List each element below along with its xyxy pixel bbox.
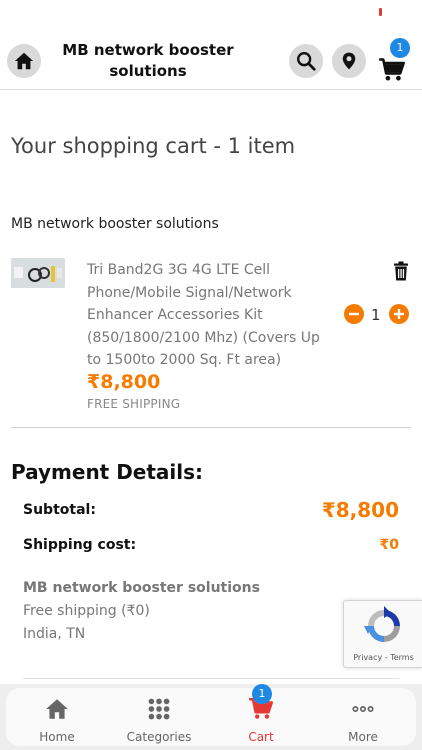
recaptcha-links[interactable]: Privacy - Terms [344, 653, 422, 662]
quantity-value: 1 [371, 306, 381, 324]
subtotal-label: Subtotal: [23, 502, 96, 518]
address-shipping: Free shipping (₹0) [23, 603, 150, 619]
location-pin-icon [342, 52, 356, 70]
nav-categories-label: Categories [126, 730, 192, 744]
recaptcha-icon [364, 606, 400, 642]
remove-item-button[interactable] [392, 261, 410, 281]
bottom-navigation: Home Categories Cart More [0, 684, 422, 750]
nav-more[interactable]: More [312, 688, 414, 746]
home-icon [46, 699, 68, 719]
search-icon [297, 52, 316, 71]
address-seller-name: MB network booster solutions [23, 580, 260, 596]
decrease-quantity-button[interactable] [344, 304, 364, 324]
product-image [11, 258, 65, 288]
nav-cart-badge: 1 [252, 684, 272, 704]
seller-name: MB network booster solutions [11, 216, 219, 232]
store-title: MB network booster solutions [62, 41, 234, 80]
location-button[interactable] [332, 44, 366, 78]
cart-heading: Your shopping cart - 1 item [11, 134, 296, 158]
nav-categories[interactable]: Categories [108, 688, 210, 746]
nav-home-label: Home [39, 730, 75, 744]
nav-home[interactable]: Home [6, 688, 108, 746]
cart-count-badge: 1 [390, 38, 410, 58]
shipping-cost-label: Shipping cost: [23, 537, 137, 553]
nav-cart-label: Cart [248, 730, 274, 744]
bottom-navigation-panel: Home Categories Cart More [6, 688, 416, 746]
increase-quantity-button[interactable] [389, 304, 409, 324]
address-location: India, TN [23, 626, 86, 642]
payment-details-heading: Payment Details: [11, 460, 204, 484]
cart-icon [379, 58, 405, 81]
home-button[interactable] [7, 44, 41, 78]
grid-icon [148, 698, 170, 720]
subtotal-value: ₹8,800 [321, 498, 399, 522]
status-indicator [379, 8, 382, 16]
status-bar [0, 0, 422, 24]
free-shipping-label: FREE SHIPPING [87, 397, 181, 411]
minus-circle-icon [344, 304, 364, 324]
home-icon [14, 52, 34, 70]
shipping-cost-value: ₹0 [379, 537, 399, 553]
divider [23, 678, 399, 679]
plus-circle-icon [389, 304, 409, 324]
divider [11, 427, 411, 428]
product-thumbnail[interactable] [11, 258, 65, 288]
search-button[interactable] [289, 44, 323, 78]
more-dots-icon [352, 705, 374, 713]
recaptcha-badge[interactable]: Privacy - Terms [343, 600, 422, 668]
nav-more-label: More [348, 730, 378, 744]
product-price: ₹8,800 [87, 371, 161, 393]
product-title[interactable]: Tri Band2G 3G 4G LTE Cell Phone/Mobile S… [87, 259, 332, 372]
trash-icon [394, 261, 408, 281]
app-header: MB network booster solutions [0, 24, 422, 90]
